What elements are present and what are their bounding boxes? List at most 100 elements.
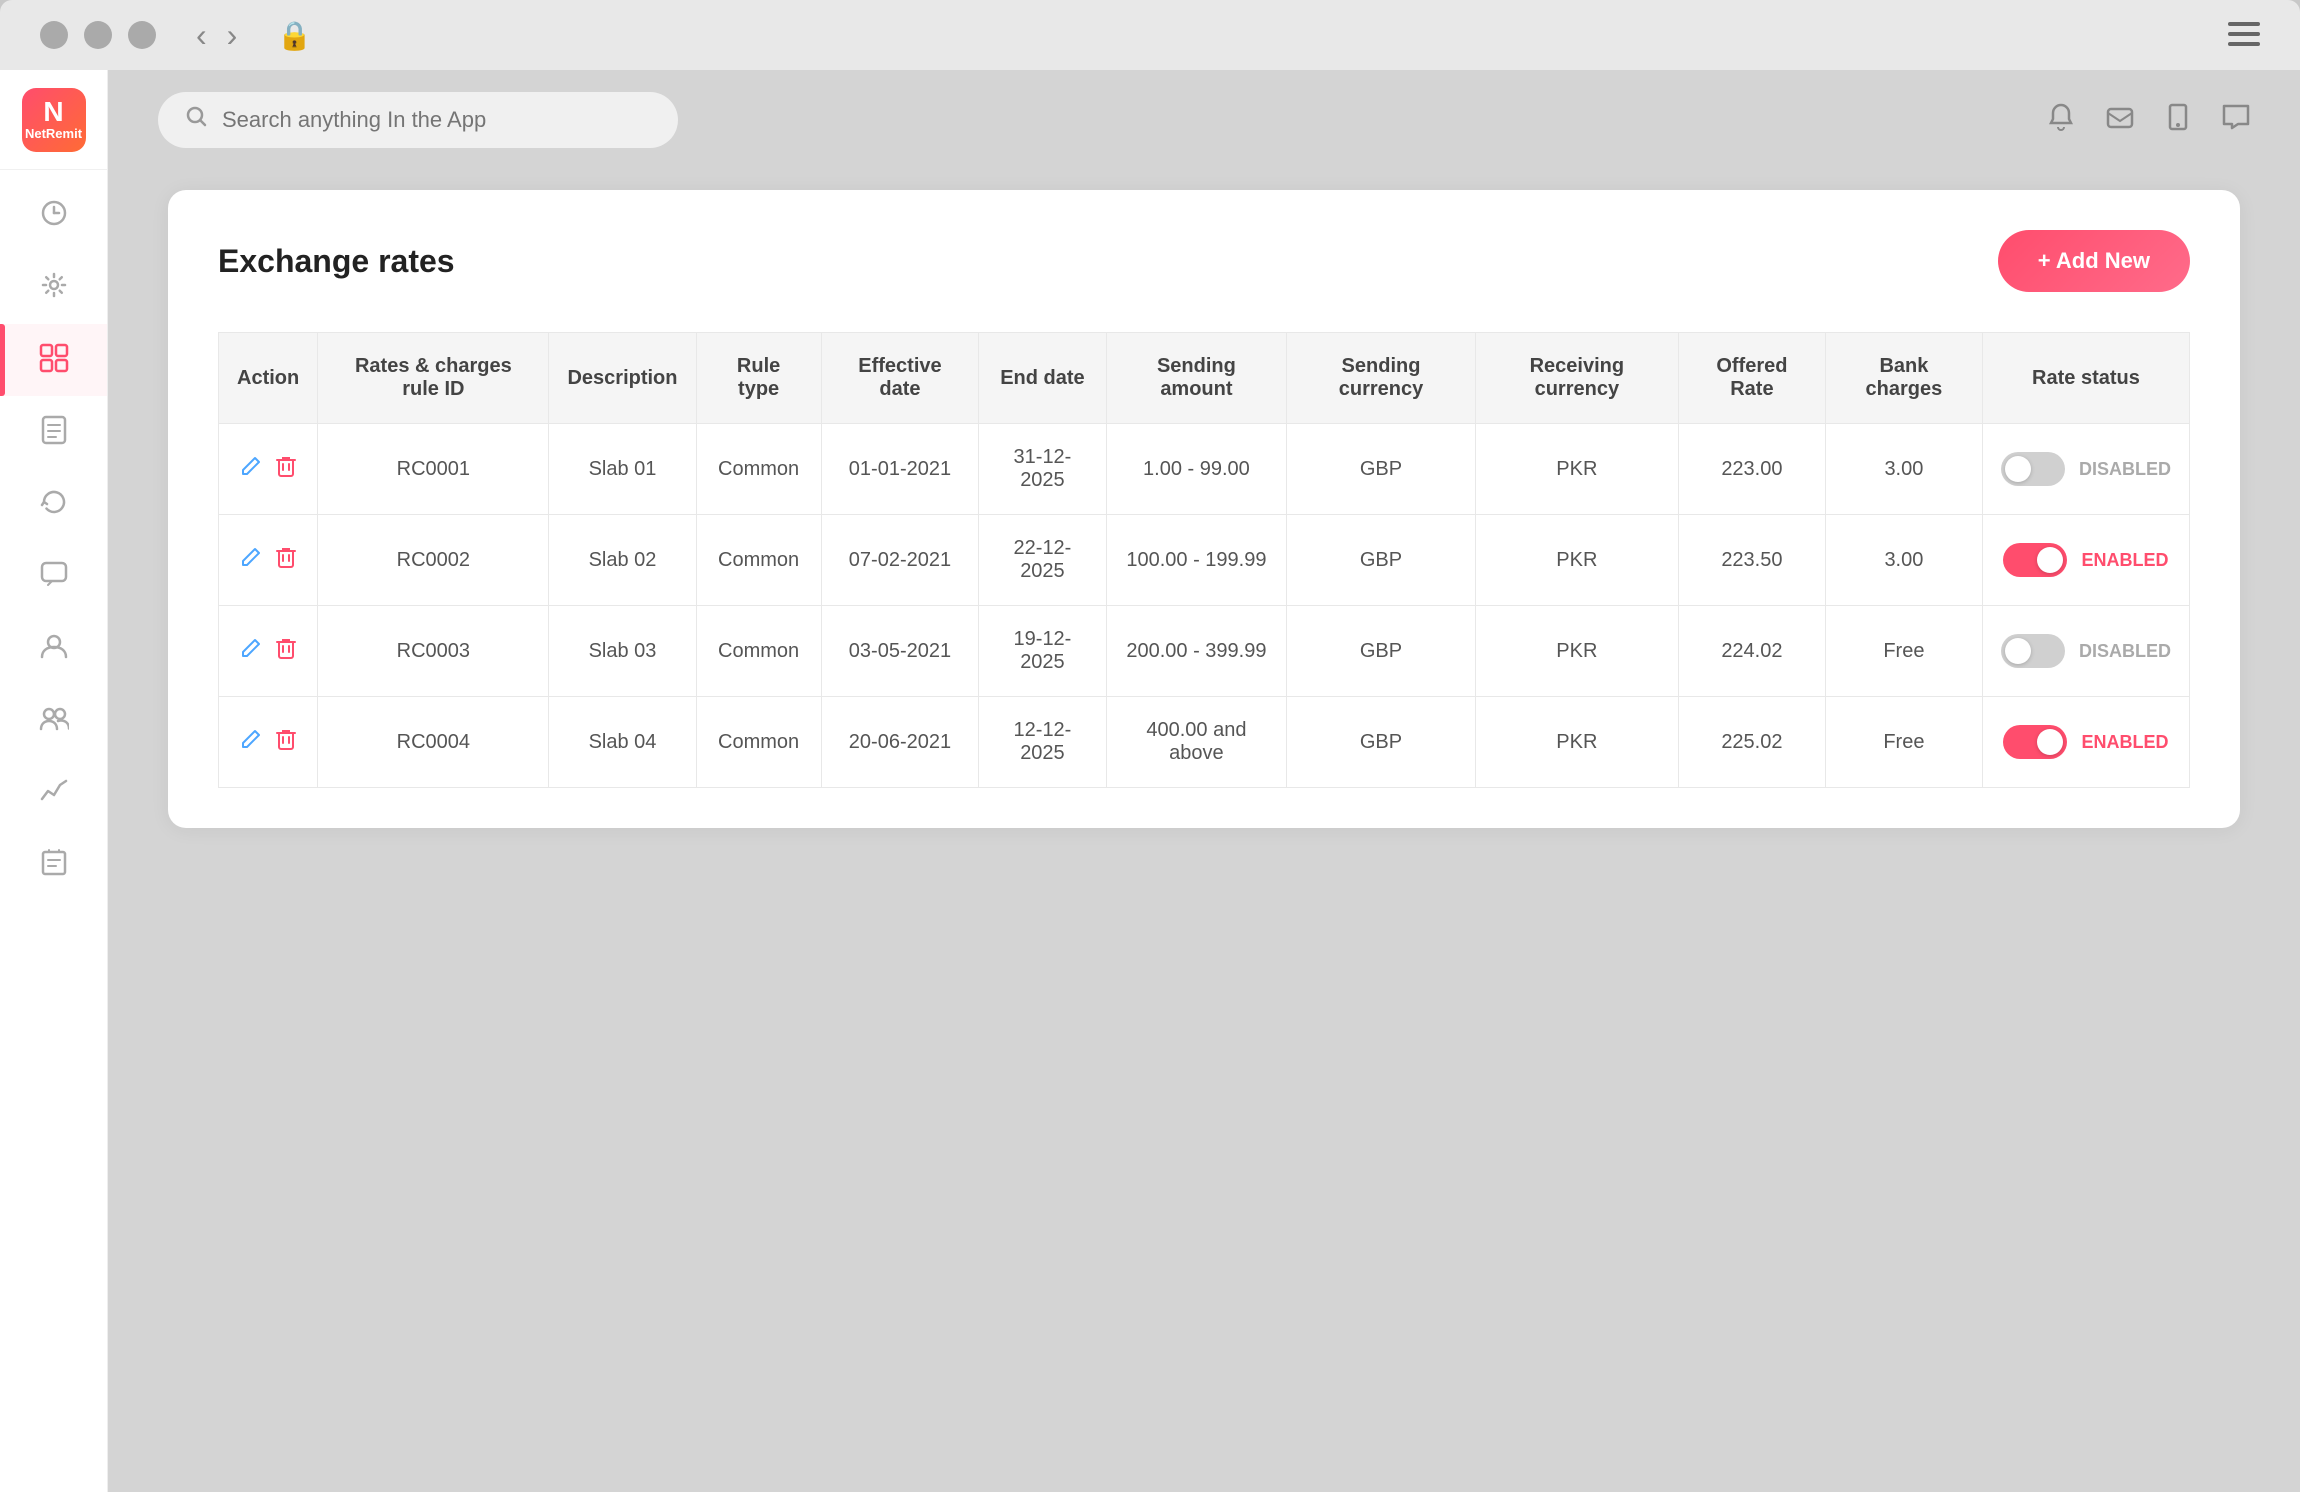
users-icon: [40, 633, 68, 664]
table-row: RC0003Slab 03Common03-05-202119-12-20252…: [219, 606, 2190, 697]
sidebar-item-analytics[interactable]: [0, 756, 107, 828]
sidebar-item-settings[interactable]: [0, 252, 107, 324]
notification-icon[interactable]: [2048, 103, 2074, 138]
traffic-light-maximize[interactable]: [128, 21, 156, 49]
edit-icon-2[interactable]: [240, 637, 262, 665]
col-effective-date: Effective date: [821, 333, 979, 424]
mail-icon[interactable]: [2106, 104, 2134, 136]
status-label-2: DISABLED: [2079, 641, 2171, 662]
col-receiving-currency: Receiving currency: [1475, 333, 1678, 424]
row-1-sending-amount: 100.00 - 199.99: [1106, 515, 1287, 606]
sidebar-item-exchange[interactable]: [0, 324, 107, 396]
delete-icon-3[interactable]: [276, 728, 296, 756]
traffic-lights: [40, 21, 156, 49]
row-2-action: [219, 606, 318, 697]
lock-icon: 🔒: [277, 19, 312, 52]
row-3-sending-currency: GBP: [1287, 697, 1476, 788]
toggle-1[interactable]: [2003, 543, 2067, 577]
edit-icon-3[interactable]: [240, 728, 262, 756]
row-3-offered-rate: 225.02: [1678, 697, 1825, 788]
row-1-rule-type: Common: [696, 515, 821, 606]
sidebar-item-contacts[interactable]: [0, 684, 107, 756]
row-3-sending-amount: 400.00 and above: [1106, 697, 1287, 788]
row-3-end-date: 12-12-2025: [979, 697, 1106, 788]
col-bank-charges: Bank charges: [1825, 333, 1982, 424]
nav-forward-icon[interactable]: ›: [227, 17, 238, 54]
sidebar: N NetRemit: [0, 70, 108, 1492]
table-row: RC0001Slab 01Common01-01-202131-12-20251…: [219, 424, 2190, 515]
row-3-action: [219, 697, 318, 788]
phone-icon[interactable]: [2166, 103, 2190, 138]
row-3-rule-type: Common: [696, 697, 821, 788]
row-1-offered-rate: 223.50: [1678, 515, 1825, 606]
add-new-button[interactable]: + Add New: [1998, 230, 2190, 292]
row-2-offered-rate: 224.02: [1678, 606, 1825, 697]
app-wrapper: N NetRemit: [0, 70, 2300, 1492]
sidebar-item-reports[interactable]: [0, 828, 107, 900]
traffic-light-minimize[interactable]: [84, 21, 112, 49]
nav-back-icon[interactable]: ‹: [196, 17, 207, 54]
status-label-0: DISABLED: [2079, 459, 2171, 480]
toggle-3[interactable]: [2003, 725, 2067, 759]
row-3-description: Slab 04: [549, 697, 696, 788]
hamburger-icon[interactable]: [2228, 17, 2260, 54]
search-box[interactable]: [158, 92, 678, 148]
row-1-action: [219, 515, 318, 606]
col-offered-rate: Offered Rate: [1678, 333, 1825, 424]
status-label-1: ENABLED: [2081, 550, 2168, 571]
row-1-receiving-currency: PKR: [1475, 515, 1678, 606]
dashboard-icon: [40, 199, 68, 234]
row-2-sending-currency: GBP: [1287, 606, 1476, 697]
edit-icon-0[interactable]: [240, 455, 262, 483]
row-0-offered-rate: 223.00: [1678, 424, 1825, 515]
search-input[interactable]: [222, 107, 650, 133]
sidebar-item-chat[interactable]: [0, 540, 107, 612]
row-1-effective-date: 07-02-2021: [821, 515, 979, 606]
edit-icon-1[interactable]: [240, 546, 262, 574]
delete-icon-0[interactable]: [276, 455, 296, 483]
table-row: RC0002Slab 02Common07-02-202122-12-20251…: [219, 515, 2190, 606]
col-action: Action: [219, 333, 318, 424]
row-1-sending-currency: GBP: [1287, 515, 1476, 606]
table-wrapper: Action Rates & charges rule ID Descripti…: [218, 332, 2190, 788]
delete-icon-2[interactable]: [276, 637, 296, 665]
delete-icon-1[interactable]: [276, 546, 296, 574]
exchange-icon: [39, 343, 69, 378]
chat-icon: [40, 561, 68, 592]
row-2-bank-charges: Free: [1825, 606, 1982, 697]
col-sending-currency: Sending currency: [1287, 333, 1476, 424]
settings-icon: [40, 271, 68, 306]
col-sending-amount: Sending amount: [1106, 333, 1287, 424]
sidebar-item-dashboard[interactable]: [0, 180, 107, 252]
row-3-effective-date: 20-06-2021: [821, 697, 979, 788]
sidebar-item-documents[interactable]: [0, 396, 107, 468]
row-0-status: DISABLED: [1982, 424, 2189, 515]
row-2-description: Slab 03: [549, 606, 696, 697]
row-1-rule-id: RC0002: [318, 515, 549, 606]
row-0-rule-type: Common: [696, 424, 821, 515]
logo-area: N NetRemit: [0, 70, 107, 170]
row-3-status: ENABLED: [1982, 697, 2189, 788]
row-2-rule-type: Common: [696, 606, 821, 697]
contacts-icon: [39, 705, 69, 736]
table-body: RC0001Slab 01Common01-01-202131-12-20251…: [219, 424, 2190, 788]
row-0-end-date: 31-12-2025: [979, 424, 1106, 515]
row-1-end-date: 22-12-2025: [979, 515, 1106, 606]
col-rule-id: Rates & charges rule ID: [318, 333, 549, 424]
chat2-icon[interactable]: [2222, 104, 2250, 137]
sidebar-item-users[interactable]: [0, 612, 107, 684]
row-2-effective-date: 03-05-2021: [821, 606, 979, 697]
row-0-sending-amount: 1.00 - 99.00: [1106, 424, 1287, 515]
sidebar-item-refresh[interactable]: [0, 468, 107, 540]
content-area: Exchange rates + Add New Action Rates & …: [108, 70, 2300, 1492]
main-content: Exchange rates + Add New Action Rates & …: [108, 170, 2300, 1492]
col-rule-type: Rule type: [696, 333, 821, 424]
table-header-row: Action Rates & charges rule ID Descripti…: [219, 333, 2190, 424]
row-1-description: Slab 02: [549, 515, 696, 606]
traffic-light-close[interactable]: [40, 21, 68, 49]
toggle-2[interactable]: [2001, 634, 2065, 668]
search-icon: [186, 106, 208, 134]
top-bar-actions: [2048, 103, 2250, 138]
toggle-0[interactable]: [2001, 452, 2065, 486]
row-0-bank-charges: 3.00: [1825, 424, 1982, 515]
